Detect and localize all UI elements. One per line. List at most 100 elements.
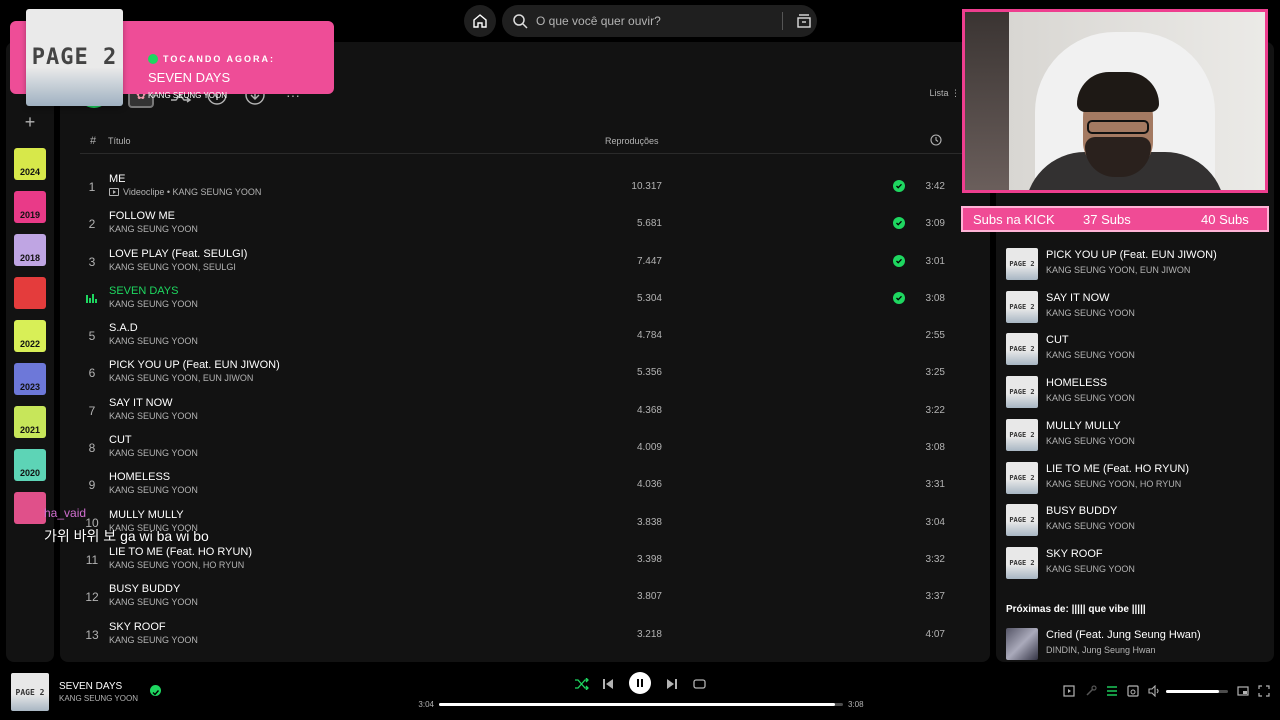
- track-title[interactable]: PICK YOU UP (Feat. EUN JIWON): [109, 359, 280, 371]
- queue-item[interactable]: PAGE 2 BUSY BUDDY KANG SEUNG YOON: [1006, 502, 1266, 538]
- saved-check-icon[interactable]: [893, 180, 905, 192]
- now-playing-tag-text: TOCANDO AGORA:: [163, 54, 275, 64]
- track-title[interactable]: S.A.D: [109, 322, 138, 334]
- track-artist[interactable]: KANG SEUNG YOON: [109, 336, 198, 346]
- device-icon: [1127, 685, 1139, 697]
- library-playlist-cover[interactable]: 2022: [14, 320, 46, 352]
- lyrics-button[interactable]: [1084, 684, 1098, 698]
- saved-check-icon[interactable]: [893, 291, 905, 304]
- track-row[interactable]: 10 MULLY MULLY KANG SEUNG YOON 3.838 3:04: [80, 504, 970, 541]
- track-row[interactable]: 3 LOVE PLAY (Feat. SEULGI) KANG SEUNG YOON…: [80, 243, 970, 280]
- saved-check-icon[interactable]: [150, 685, 161, 696]
- track-title[interactable]: BUSY BUDDY: [109, 583, 180, 595]
- track-artist[interactable]: KANG SEUNG YOON: [109, 411, 198, 421]
- track-number: 8: [88, 441, 96, 456]
- header-plays: Reproduções: [605, 136, 659, 146]
- queue-item[interactable]: PAGE 2 SAY IT NOW KANG SEUNG YOON: [1006, 289, 1266, 325]
- library-playlist-cover[interactable]: 2018: [14, 234, 46, 266]
- queue-next-item[interactable]: Cried (Feat. Jung Seung Hwan) DINDIN, Ju…: [1006, 626, 1266, 662]
- queue-next-thumb: [1006, 628, 1038, 660]
- fullscreen-button[interactable]: [1257, 684, 1271, 698]
- queue-item[interactable]: PAGE 2 CUT KANG SEUNG YOON: [1006, 331, 1266, 367]
- track-title[interactable]: SKY ROOF: [109, 621, 166, 633]
- queue-item[interactable]: PAGE 2 PICK YOU UP (Feat. EUN JIWON) KANG …: [1006, 246, 1266, 282]
- track-row[interactable]: 2 FOLLOW ME KANG SEUNG YOON 5.681 3:09: [80, 205, 970, 242]
- pause-button[interactable]: [629, 672, 651, 694]
- track-row[interactable]: 1 ME Videoclipe • KANG SEUNG YOON 10.317 3:4…: [80, 168, 970, 205]
- track-artist[interactable]: KANG SEUNG YOON: [109, 485, 198, 495]
- chat-message: 가위 바위 보 ga wi ba wi bo: [44, 528, 209, 544]
- saved-check-icon[interactable]: [893, 254, 905, 267]
- queue-item[interactable]: PAGE 2 MULLY MULLY KANG SEUNG YOON: [1006, 417, 1266, 453]
- track-title[interactable]: MULLY MULLY: [109, 509, 184, 521]
- track-title[interactable]: CUT: [109, 434, 132, 446]
- track-number: 1: [88, 180, 96, 194]
- track-row[interactable]: 6 PICK YOU UP (Feat. EUN JIWON) KANG SEUNG…: [80, 354, 970, 391]
- library-playlist-cover[interactable]: [14, 492, 46, 524]
- search-bar[interactable]: O que você quer ouvir?: [502, 5, 817, 37]
- miniplayer-button[interactable]: [1236, 684, 1250, 698]
- track-row[interactable]: 12 BUSY BUDDY KANG SEUNG YOON 3.807 3:37: [80, 578, 970, 615]
- create-playlist-button[interactable]: +: [20, 112, 40, 132]
- track-artist[interactable]: KANG SEUNG YOON, SEULGI: [109, 262, 236, 272]
- volume-icon: [1148, 685, 1159, 697]
- track-plays: 5.304: [636, 292, 662, 304]
- next-button[interactable]: [662, 674, 682, 694]
- track-row[interactable]: 13 SKY ROOF KANG SEUNG YOON 3.218 4:07: [80, 616, 970, 653]
- track-row[interactable]: 11 LIE TO ME (Feat. HO RYUN) KANG SEUNG YO…: [80, 541, 970, 578]
- queue-item[interactable]: PAGE 2 LIE TO ME (Feat. HO RYUN) KANG SEUN…: [1006, 460, 1266, 496]
- track-title[interactable]: SEVEN DAYS: [109, 285, 179, 297]
- queue-item-title: MULLY MULLY: [1046, 419, 1121, 432]
- player-track-artist[interactable]: KANG SEUNG YOON: [59, 694, 138, 703]
- track-row[interactable]: 9 HOMELESS KANG SEUNG YOON 4.036 3:31: [80, 466, 970, 503]
- track-artist[interactable]: Videoclipe • KANG SEUNG YOON: [109, 187, 261, 197]
- track-row[interactable]: 8 CUT KANG SEUNG YOON 4.009 3:08: [80, 429, 970, 466]
- view-as-list-button[interactable]: Lista ⋮: [929, 88, 960, 99]
- library-playlist-cover[interactable]: 2021: [14, 406, 46, 438]
- track-artist[interactable]: KANG SEUNG YOON: [109, 448, 198, 458]
- progress-bar[interactable]: [439, 703, 843, 706]
- shuffle-toggle[interactable]: [572, 674, 592, 694]
- track-row[interactable]: 7 SAY IT NOW KANG SEUNG YOON 4.368 3:22: [80, 392, 970, 429]
- search-input[interactable]: O que você quer ouvir?: [536, 14, 782, 28]
- volume-slider[interactable]: [1166, 690, 1228, 693]
- library-playlist-cover[interactable]: 2024: [14, 148, 46, 180]
- queue-item-cover: PAGE 2: [1006, 418, 1038, 451]
- player-cover[interactable]: PAGE 2: [11, 673, 49, 711]
- library-playlist-cover[interactable]: [14, 277, 46, 309]
- track-artist[interactable]: KANG SEUNG YOON: [109, 299, 198, 309]
- mute-button[interactable]: [1147, 684, 1161, 698]
- queue-item[interactable]: PAGE 2 SKY ROOF KANG SEUNG YOON: [1006, 545, 1266, 581]
- queue-button[interactable]: [1105, 684, 1119, 698]
- track-artist[interactable]: KANG SEUNG YOON: [109, 597, 198, 607]
- home-button[interactable]: [464, 5, 496, 37]
- track-title[interactable]: SAY IT NOW: [109, 397, 173, 409]
- track-artist-text: KANG SEUNG YOON, EUN JIWON: [109, 373, 254, 384]
- library-playlist-cover[interactable]: 2023: [14, 363, 46, 395]
- saved-check-icon[interactable]: [893, 217, 905, 230]
- previous-button[interactable]: [598, 674, 618, 694]
- track-title[interactable]: HOMELESS: [109, 471, 170, 483]
- track-title[interactable]: FOLLOW ME: [109, 210, 175, 222]
- track-number: 3: [88, 254, 96, 269]
- connect-device-button[interactable]: [1126, 684, 1140, 698]
- track-title[interactable]: LIE TO ME (Feat. HO RYUN): [109, 546, 252, 558]
- track-artist[interactable]: KANG SEUNG YOON: [109, 635, 198, 645]
- queue-item[interactable]: PAGE 2 HOMELESS KANG SEUNG YOON: [1006, 374, 1266, 410]
- track-artist[interactable]: KANG SEUNG YOON, EUN JIWON: [109, 373, 253, 383]
- track-duration: 3:08: [925, 292, 945, 304]
- library-playlist-cover[interactable]: 2020: [14, 449, 46, 481]
- player-track-title[interactable]: SEVEN DAYS: [59, 681, 122, 692]
- repeat-button[interactable]: [689, 674, 709, 694]
- track-artist[interactable]: KANG SEUNG YOON, HO RYUN: [109, 560, 244, 570]
- now-playing-view-button[interactable]: [1062, 684, 1076, 698]
- track-plays: 10.317: [631, 181, 662, 192]
- track-row[interactable]: 5 S.A.D KANG SEUNG YOON 4.784 2:55: [80, 317, 970, 354]
- browse-button[interactable]: [791, 13, 817, 29]
- track-artist[interactable]: KANG SEUNG YOON: [109, 224, 198, 234]
- track-title[interactable]: LOVE PLAY (Feat. SEULGI): [109, 248, 247, 260]
- track-row[interactable]: SEVEN DAYS KANG SEUNG YOON 5.304 3:08: [80, 280, 970, 317]
- now-playing-cover: PAGE 2: [26, 9, 123, 106]
- library-playlist-cover[interactable]: 2019: [14, 191, 46, 223]
- track-title[interactable]: ME: [109, 173, 126, 185]
